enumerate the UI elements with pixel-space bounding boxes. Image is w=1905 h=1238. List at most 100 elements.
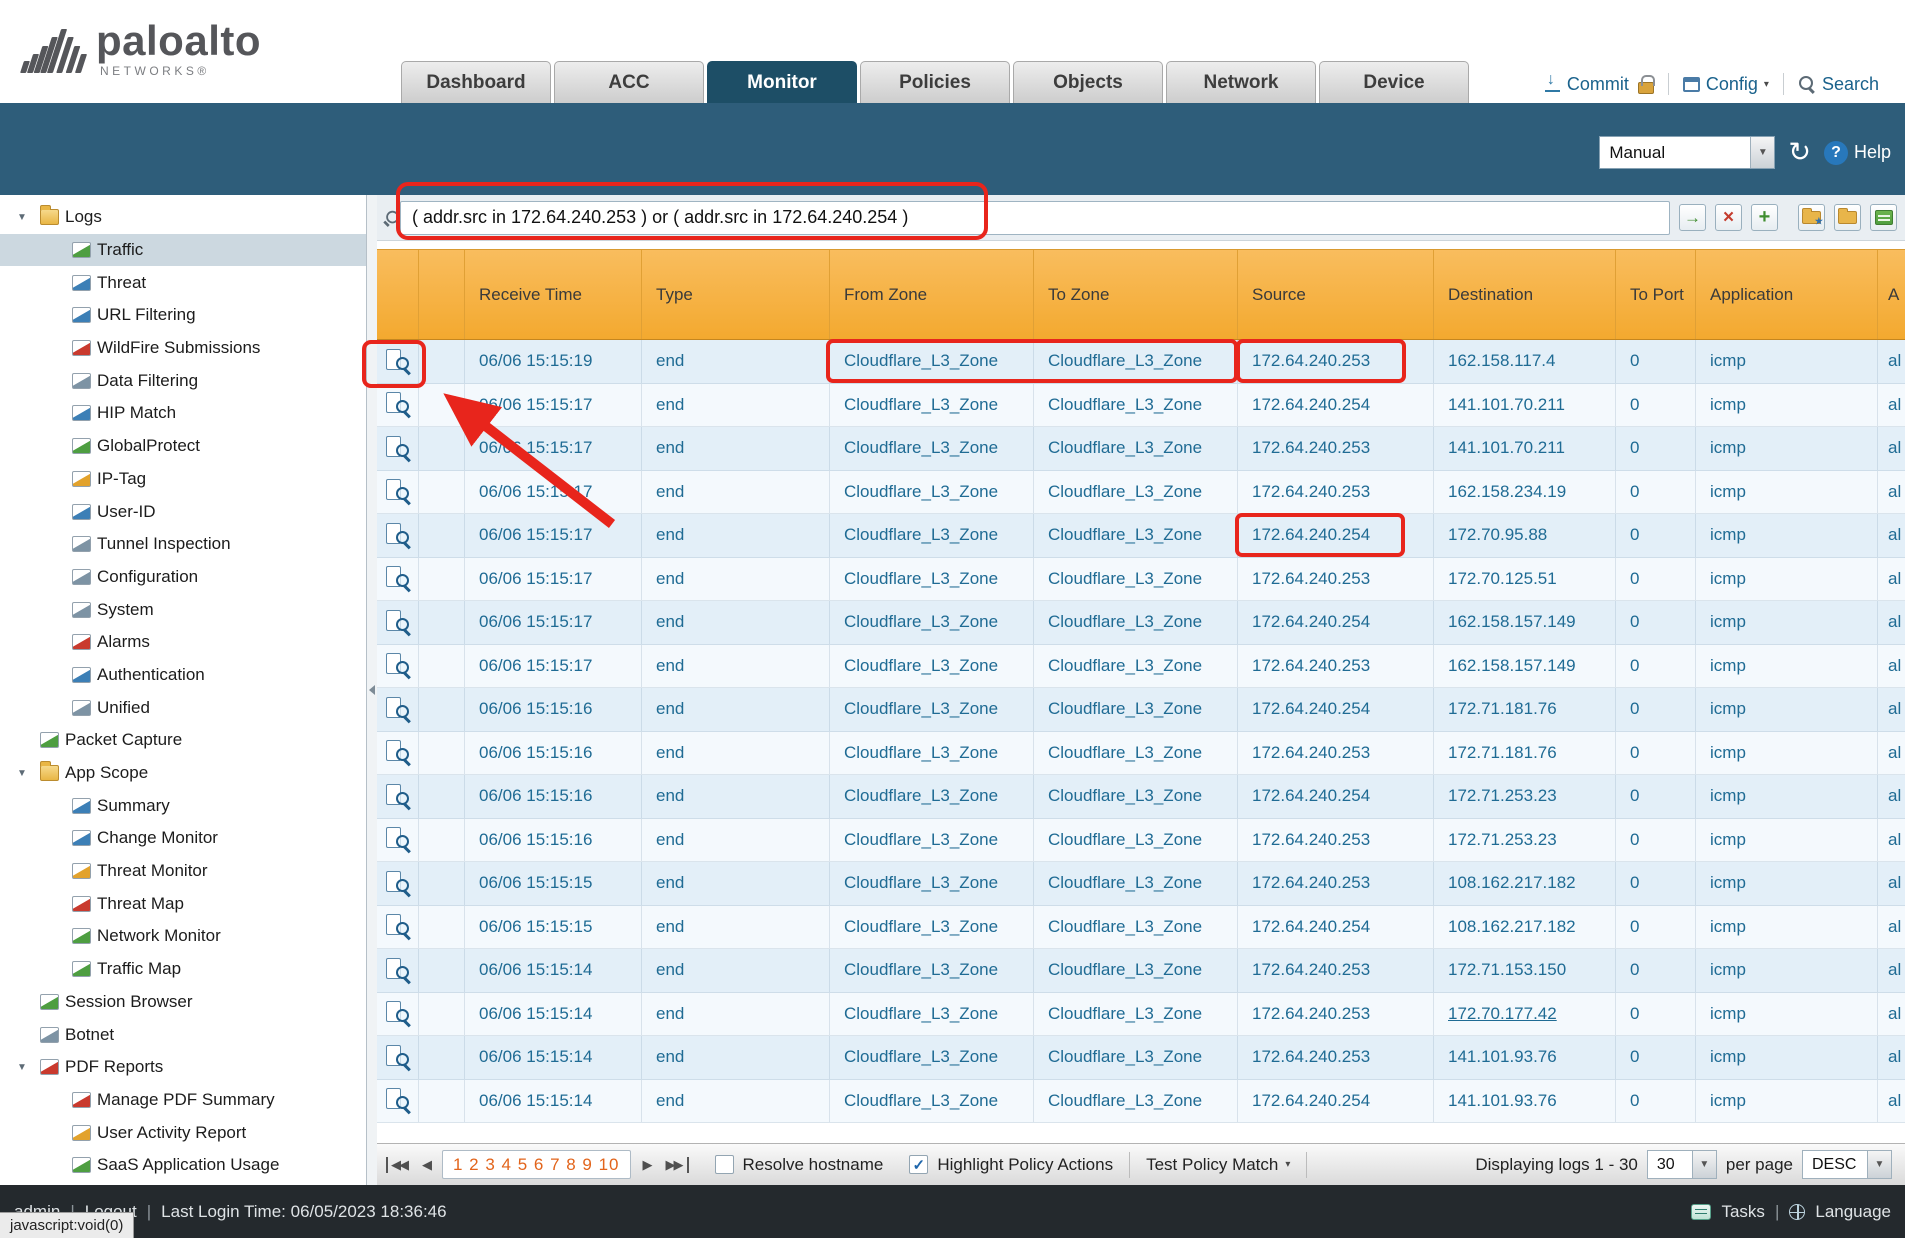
log-row[interactable]: 06/06 15:15:17 end Cloudflare_L3_Zone Cl… xyxy=(377,514,1905,558)
sidebar-item-threat[interactable]: Threat xyxy=(0,266,366,299)
refresh-mode-select[interactable]: Manual ▼ xyxy=(1599,136,1775,169)
sidebar-item-app-scope[interactable]: ▼ App Scope xyxy=(0,757,366,790)
destination-ip[interactable]: 172.71.181.76 xyxy=(1448,699,1557,719)
highlight-policy-actions-checkbox[interactable]: ✓ xyxy=(909,1155,928,1174)
sidebar-item-tunnel-inspection[interactable]: Tunnel Inspection xyxy=(0,528,366,561)
sidebar-item-system[interactable]: System xyxy=(0,593,366,626)
log-detail-magnifier-icon[interactable] xyxy=(384,739,410,766)
sidebar-item-traffic[interactable]: Traffic xyxy=(0,234,366,267)
sidebar-item-wildfire-submissions[interactable]: WildFire Submissions xyxy=(0,332,366,365)
log-detail-magnifier-icon[interactable] xyxy=(384,696,410,723)
log-detail-magnifier-icon[interactable] xyxy=(384,391,410,418)
test-policy-match-button[interactable]: Test Policy Match ▾ xyxy=(1146,1155,1290,1175)
column-header-action[interactable]: A xyxy=(1878,250,1905,339)
tab-device[interactable]: Device xyxy=(1319,61,1469,103)
log-row[interactable]: 06/06 15:15:17 end Cloudflare_L3_Zone Cl… xyxy=(377,427,1905,471)
next-page-button[interactable]: ▶ xyxy=(640,1157,654,1173)
chevron-down-icon[interactable]: ▼ xyxy=(1692,1151,1716,1178)
log-row[interactable]: 06/06 15:15:16 end Cloudflare_L3_Zone Cl… xyxy=(377,775,1905,819)
export-logs-button[interactable] xyxy=(1870,204,1897,231)
destination-ip[interactable]: 141.101.93.76 xyxy=(1448,1047,1557,1067)
tab-objects[interactable]: Objects xyxy=(1013,61,1163,103)
log-detail-magnifier-icon[interactable] xyxy=(384,783,410,810)
log-detail-magnifier-icon[interactable] xyxy=(384,565,410,592)
sort-order-select[interactable]: DESC ▼ xyxy=(1802,1150,1892,1179)
log-row[interactable]: 06/06 15:15:14 end Cloudflare_L3_Zone Cl… xyxy=(377,949,1905,993)
destination-ip[interactable]: 108.162.217.182 xyxy=(1448,917,1576,937)
tab-network[interactable]: Network xyxy=(1166,61,1316,103)
sidebar-item-traffic-map[interactable]: Traffic Map xyxy=(0,953,366,986)
sidebar-item-url-filtering[interactable]: URL Filtering xyxy=(0,299,366,332)
destination-ip[interactable]: 172.71.253.23 xyxy=(1448,830,1557,850)
destination-ip[interactable]: 172.70.177.42 xyxy=(1448,1004,1557,1024)
tree-expander-icon[interactable]: ▼ xyxy=(10,1062,34,1073)
column-header-application[interactable]: Application xyxy=(1696,250,1878,339)
sidebar-item-unified[interactable]: Unified xyxy=(0,691,366,724)
destination-ip[interactable]: 172.71.253.23 xyxy=(1448,786,1557,806)
log-row[interactable]: 06/06 15:15:17 end Cloudflare_L3_Zone Cl… xyxy=(377,558,1905,602)
load-filter-button[interactable] xyxy=(1834,204,1861,231)
config-menu-button[interactable]: Config ▾ xyxy=(1683,74,1769,95)
log-detail-magnifier-icon[interactable] xyxy=(384,826,410,853)
save-filter-button[interactable] xyxy=(1798,204,1825,231)
column-header-receive-time[interactable]: Receive Time xyxy=(465,250,642,339)
sidebar-item-globalprotect[interactable]: GlobalProtect xyxy=(0,430,366,463)
column-header-to-zone[interactable]: To Zone xyxy=(1034,250,1238,339)
sidebar-item-threat-map[interactable]: Threat Map xyxy=(0,887,366,920)
sidebar-item-pdf-reports[interactable]: ▼ PDF Reports xyxy=(0,1051,366,1084)
log-row[interactable]: 06/06 15:15:16 end Cloudflare_L3_Zone Cl… xyxy=(377,732,1905,776)
sidebar-item-ip-tag[interactable]: IP-Tag xyxy=(0,463,366,496)
log-row[interactable]: 06/06 15:15:19 end Cloudflare_L3_Zone Cl… xyxy=(377,340,1905,384)
log-detail-magnifier-icon[interactable] xyxy=(384,1044,410,1071)
log-detail-magnifier-icon[interactable] xyxy=(384,348,410,375)
destination-ip[interactable]: 141.101.70.211 xyxy=(1448,438,1565,458)
log-row[interactable]: 06/06 15:15:17 end Cloudflare_L3_Zone Cl… xyxy=(377,471,1905,515)
log-filter-input[interactable]: ( addr.src in 172.64.240.253 ) or ( addr… xyxy=(400,201,1670,235)
destination-ip[interactable]: 172.70.95.88 xyxy=(1448,525,1547,545)
tree-expander-icon[interactable]: ▼ xyxy=(10,212,34,223)
destination-ip[interactable]: 162.158.234.19 xyxy=(1448,482,1566,502)
destination-ip[interactable]: 172.71.153.150 xyxy=(1448,960,1566,980)
log-row[interactable]: 06/06 15:15:16 end Cloudflare_L3_Zone Cl… xyxy=(377,688,1905,732)
sidebar-item-hip-match[interactable]: HIP Match xyxy=(0,397,366,430)
log-detail-magnifier-icon[interactable] xyxy=(384,913,410,940)
lock-icon[interactable] xyxy=(1638,82,1654,94)
tab-acc[interactable]: ACC xyxy=(554,61,704,103)
log-row[interactable]: 06/06 15:15:14 end Cloudflare_L3_Zone Cl… xyxy=(377,1036,1905,1080)
language-button[interactable]: Language xyxy=(1815,1202,1891,1222)
log-row[interactable]: 06/06 15:15:15 end Cloudflare_L3_Zone Cl… xyxy=(377,906,1905,950)
log-detail-magnifier-icon[interactable] xyxy=(384,478,410,505)
log-row[interactable]: 06/06 15:15:16 end Cloudflare_L3_Zone Cl… xyxy=(377,819,1905,863)
per-page-select[interactable]: 30 ▼ xyxy=(1647,1150,1717,1179)
sidebar-item-packet-capture[interactable]: Packet Capture xyxy=(0,724,366,757)
sidebar-item-authentication[interactable]: Authentication xyxy=(0,659,366,692)
sidebar-item-manage-pdf-summary[interactable]: Manage PDF Summary xyxy=(0,1084,366,1117)
commit-button[interactable]: Commit xyxy=(1545,74,1629,95)
sidebar-item-data-filtering[interactable]: Data Filtering xyxy=(0,364,366,397)
sidebar-item-configuration[interactable]: Configuration xyxy=(0,561,366,594)
chevron-down-icon[interactable]: ▼ xyxy=(1867,1151,1891,1178)
log-row[interactable]: 06/06 15:15:15 end Cloudflare_L3_Zone Cl… xyxy=(377,862,1905,906)
column-header-to-port[interactable]: To Port xyxy=(1616,250,1696,339)
destination-ip[interactable]: 141.101.93.76 xyxy=(1448,1091,1557,1111)
sidebar-item-user-id[interactable]: User-ID xyxy=(0,495,366,528)
tree-expander-icon[interactable]: ▼ xyxy=(10,768,34,779)
column-header-from-zone[interactable]: From Zone xyxy=(830,250,1034,339)
log-row[interactable]: 06/06 15:15:17 end Cloudflare_L3_Zone Cl… xyxy=(377,384,1905,428)
sidebar-collapse-handle[interactable] xyxy=(367,195,377,1185)
tab-dashboard[interactable]: Dashboard xyxy=(401,61,551,103)
sidebar-item-summary[interactable]: Summary xyxy=(0,789,366,822)
log-row[interactable]: 06/06 15:15:14 end Cloudflare_L3_Zone Cl… xyxy=(377,993,1905,1037)
sidebar-item-change-monitor[interactable]: Change Monitor xyxy=(0,822,366,855)
apply-filter-button[interactable]: → xyxy=(1679,204,1706,231)
clear-filter-button[interactable]: × xyxy=(1715,204,1742,231)
add-filter-button[interactable]: + xyxy=(1751,204,1778,231)
prev-page-button[interactable]: ◀ xyxy=(419,1157,433,1173)
log-detail-magnifier-icon[interactable] xyxy=(384,522,410,549)
sidebar-item-session-browser[interactable]: Session Browser xyxy=(0,986,366,1019)
log-detail-magnifier-icon[interactable] xyxy=(384,1087,410,1114)
sidebar-item-botnet[interactable]: Botnet xyxy=(0,1018,366,1051)
first-page-button[interactable]: ◀◀ xyxy=(386,1157,410,1173)
destination-ip[interactable]: 162.158.117.4 xyxy=(1448,351,1555,371)
log-detail-magnifier-icon[interactable] xyxy=(384,870,410,897)
